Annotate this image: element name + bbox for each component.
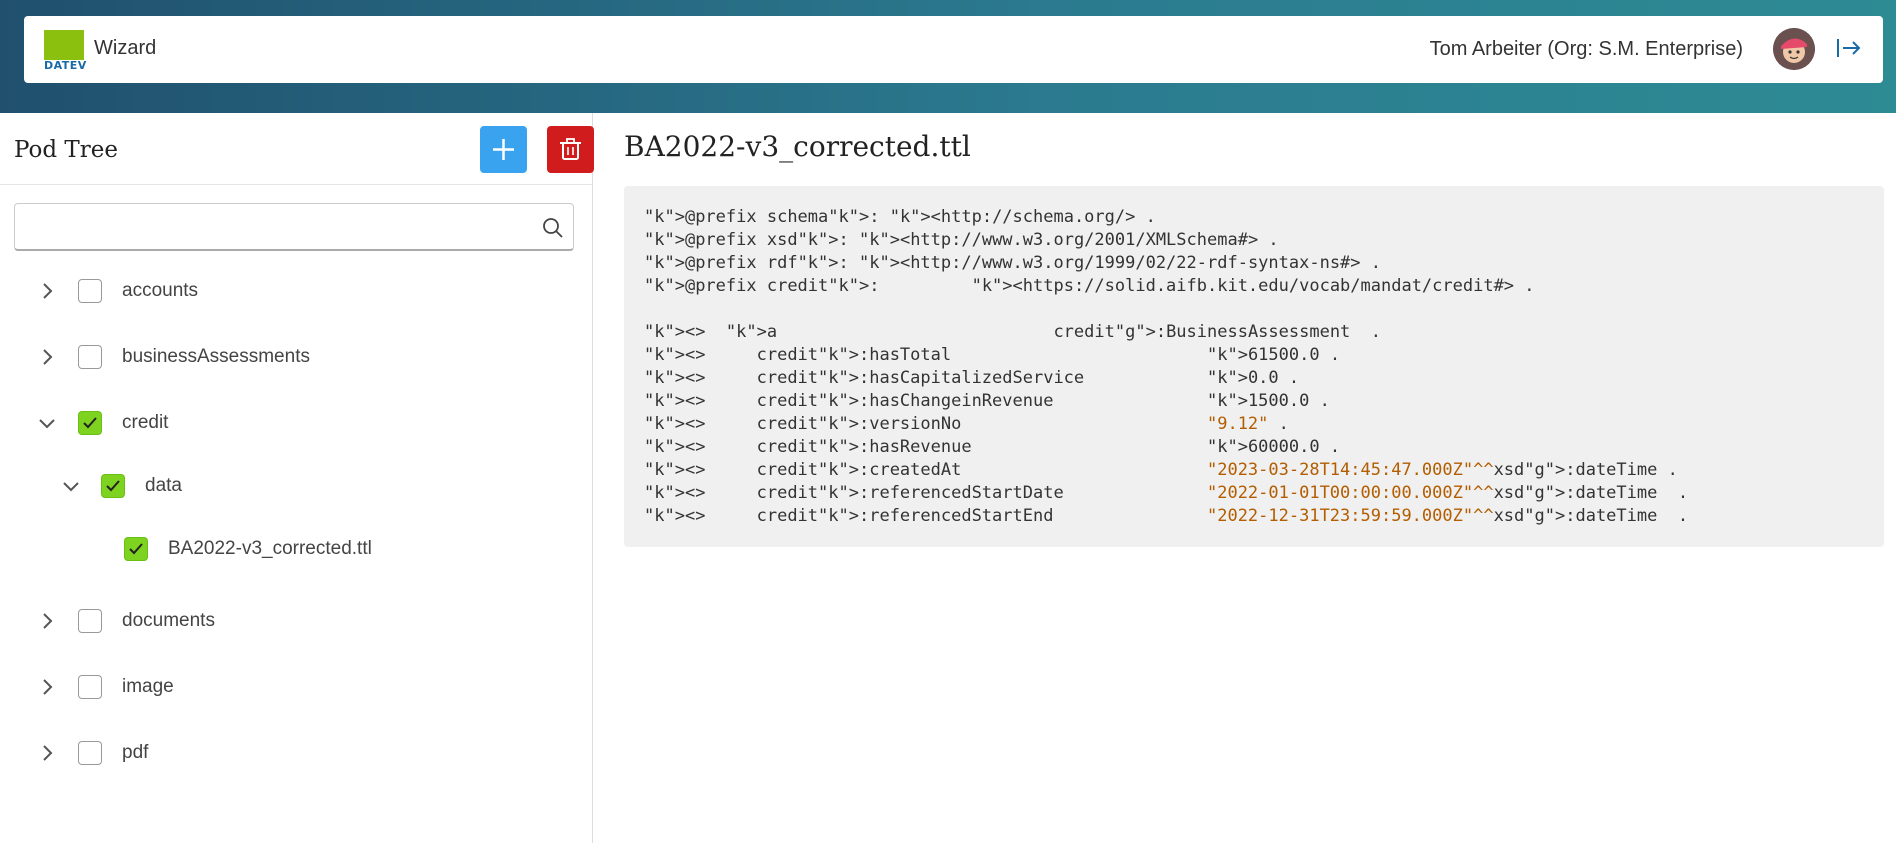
tree-item-label: credit: [122, 412, 169, 433]
checkbox[interactable]: [78, 279, 102, 303]
tree-item-label: image: [122, 676, 174, 697]
chevron-right-icon[interactable]: [37, 743, 57, 763]
tree-item-label: documents: [122, 610, 215, 631]
code-line: "k"><>: [644, 345, 706, 365]
search-input[interactable]: [23, 212, 523, 242]
add-button[interactable]: [480, 126, 527, 173]
code-line: "k"><>: [644, 391, 706, 411]
code-line: "k"><>: [644, 368, 706, 388]
trash-icon: [560, 138, 581, 160]
file-title: BA2022-v3_corrected.ttl: [624, 130, 971, 163]
code-line: "k">@prefix: [644, 253, 757, 273]
plus-icon: [493, 139, 514, 160]
code-line: "k"><>: [644, 414, 706, 434]
logout-icon[interactable]: [1835, 36, 1863, 60]
code-line: "k"><>: [644, 437, 706, 457]
logo-text: DATEV: [44, 59, 87, 72]
user-name: Tom Arbeiter (Org: S.M. Enterprise): [1429, 38, 1743, 60]
top-banner: DATEV Wizard Tom Arbeiter (Org: S.M. Ent…: [0, 0, 1896, 113]
turtle-code-block: "k">@prefix schema"k">: "k"><http://sche…: [644, 207, 1689, 526]
code-line: "k">@prefix: [644, 276, 757, 296]
tree-item-accounts[interactable]: accounts: [0, 273, 593, 309]
app-header: DATEV Wizard Tom Arbeiter (Org: S.M. Ent…: [24, 16, 1883, 83]
chevron-right-icon[interactable]: [37, 611, 57, 631]
tree-item-pdf[interactable]: pdf: [0, 735, 593, 771]
chevron-right-icon[interactable]: [37, 677, 57, 697]
tree-item-image[interactable]: image: [0, 669, 593, 705]
tree-item-label: data: [145, 475, 182, 496]
code-line: "k"><>: [644, 483, 706, 503]
checkbox-checked[interactable]: [101, 474, 125, 498]
sidebar-title: Pod Tree: [14, 137, 118, 163]
sidebar-header: Pod Tree: [0, 113, 594, 185]
checkbox[interactable]: [78, 675, 102, 699]
chevron-right-icon[interactable]: [37, 347, 57, 367]
pod-tree-sidebar: Pod Tree accounts businessAssessments cr…: [0, 113, 594, 843]
checkbox[interactable]: [78, 345, 102, 369]
search-icon[interactable]: [541, 216, 565, 240]
code-line: "k"><>: [644, 322, 706, 342]
tree-search-field[interactable]: [14, 203, 574, 251]
chevron-down-icon[interactable]: [37, 413, 57, 433]
code-line: "k">@prefix: [644, 207, 757, 227]
code-line: "k"><>: [644, 506, 706, 526]
app-title: Wizard: [94, 37, 157, 59]
checkbox[interactable]: [78, 741, 102, 765]
chevron-right-icon[interactable]: [37, 281, 57, 301]
checkbox[interactable]: [78, 609, 102, 633]
tree-item-credit[interactable]: credit: [0, 405, 593, 441]
file-content-viewer: "k">@prefix schema"k">: "k"><http://sche…: [624, 186, 1884, 547]
checkbox-checked[interactable]: [78, 411, 102, 435]
delete-button[interactable]: [547, 126, 594, 173]
tree-item-label: BA2022-v3_corrected.ttl: [168, 538, 372, 559]
tree-item-label: businessAssessments: [122, 346, 310, 367]
tree-item-data[interactable]: data: [0, 468, 593, 504]
tree-item-file[interactable]: BA2022-v3_corrected.ttl: [0, 531, 593, 567]
tree-item-label: accounts: [122, 280, 199, 301]
datev-logo[interactable]: DATEV: [44, 30, 88, 72]
check-icon: [106, 480, 120, 492]
code-line: "k">@prefix: [644, 230, 757, 250]
check-icon: [129, 543, 143, 555]
tree-item-documents[interactable]: documents: [0, 603, 593, 639]
tree-item-label: pdf: [122, 742, 149, 763]
code-line: "k"><>: [644, 460, 706, 480]
chevron-down-icon[interactable]: [61, 476, 81, 496]
check-icon: [83, 417, 97, 429]
tree-item-businessassessments[interactable]: businessAssessments: [0, 339, 593, 375]
user-avatar[interactable]: [1773, 28, 1815, 70]
checkbox-checked[interactable]: [124, 537, 148, 561]
